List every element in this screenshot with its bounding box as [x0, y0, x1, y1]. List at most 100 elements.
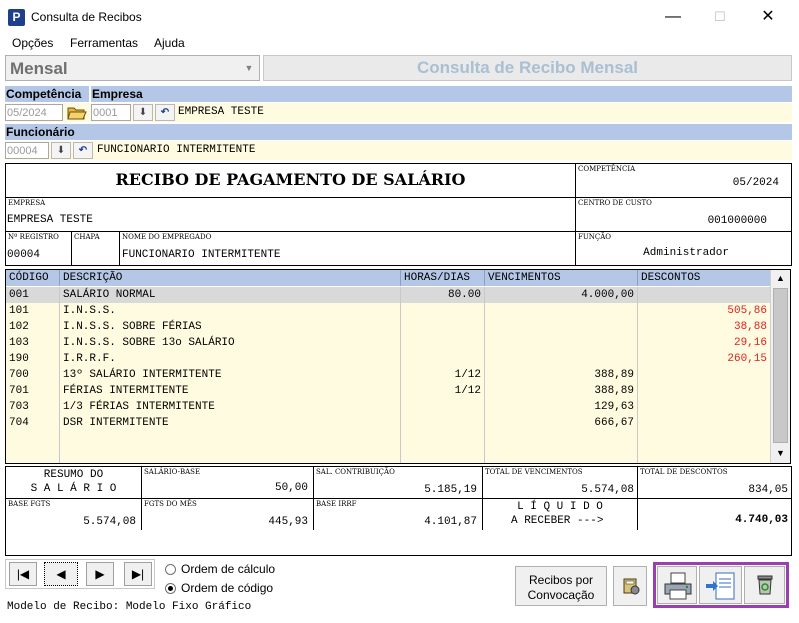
- cell-codigo: 103: [6, 335, 60, 351]
- title-bar: P Consulta de Recibos — ☐ ✕: [0, 0, 799, 34]
- table-row[interactable]: 704 DSR INTERMITENTE 666,67: [6, 415, 770, 431]
- base-fgts-caption: BASE FGTS: [8, 500, 51, 508]
- prev-record-icon[interactable]: ◀: [44, 562, 78, 586]
- chevron-down-icon[interactable]: ▼: [241, 58, 257, 78]
- vertical-scrollbar[interactable]: ▲ ▼: [770, 270, 790, 463]
- cell-descricao: SALÁRIO NORMAL: [60, 287, 401, 303]
- cell-horas: [401, 447, 485, 463]
- mode-select[interactable]: Mensal ▼: [5, 55, 260, 81]
- menu-bar: Opções Ferramentas Ajuda: [0, 34, 799, 54]
- cell-descontos: [638, 447, 770, 463]
- base-fgts-cell: BASE FGTS 5.574,08: [5, 498, 142, 531]
- nome-value: FUNCIONARIO INTERMITENTE: [122, 249, 281, 261]
- maximize-button[interactable]: ☐: [697, 0, 743, 34]
- scrollbar-thumb[interactable]: [773, 288, 788, 443]
- cell-descricao: [60, 431, 401, 447]
- cell-horas: [401, 431, 485, 447]
- cell-descontos: 29,16: [733, 337, 767, 349]
- cell-vencimentos: [485, 319, 638, 335]
- empresa-code-input[interactable]: 0001: [91, 104, 131, 121]
- cell-horas: [401, 399, 485, 415]
- folder-open-icon[interactable]: [66, 104, 88, 121]
- competencia-input[interactable]: 05/2024: [5, 104, 63, 121]
- cell-vencimentos: 388,89: [485, 383, 638, 399]
- minimize-button[interactable]: —: [650, 0, 696, 34]
- cell-vencimentos: [485, 351, 638, 367]
- cell-vencimentos: 129,63: [485, 399, 638, 415]
- funcionario-code-input[interactable]: 00004: [5, 142, 49, 159]
- competencia-value: 05/2024: [732, 177, 779, 189]
- table-row[interactable]: 703 1/3 FÉRIAS INTERMITENTE 129,63: [6, 399, 770, 415]
- centro-custo-value: 001000000: [707, 215, 767, 227]
- cell-codigo: 701: [6, 383, 60, 399]
- printer-icon[interactable]: [657, 566, 697, 604]
- cell-vencimentos: 388,89: [485, 367, 638, 383]
- close-button[interactable]: ✕: [745, 0, 791, 34]
- cell-descontos: [638, 399, 770, 415]
- total-desc-cell: TOTAL DE DESCONTOS 834,05: [637, 466, 792, 499]
- table-row[interactable]: 102 I.N.S.S. SOBRE FÉRIAS 38,88: [6, 319, 770, 335]
- screen-title: Consulta de Recibo Mensal: [263, 55, 792, 81]
- recycle-bin-icon[interactable]: [744, 566, 785, 604]
- cell-descontos: [638, 367, 770, 383]
- competencia-caption: COMPETÊNCIA: [578, 165, 636, 173]
- col-descontos[interactable]: DESCONTOS: [638, 270, 770, 286]
- col-descricao[interactable]: DESCRIÇÃO: [60, 270, 401, 286]
- cell-codigo: 190: [6, 351, 60, 367]
- cell-descricao: I.N.S.S. SOBRE FÉRIAS: [60, 319, 401, 335]
- order-calc-label[interactable]: Ordem de cálculo: [181, 562, 275, 576]
- download-arrow-icon[interactable]: ⬇: [133, 104, 153, 121]
- order-calc-radio[interactable]: [165, 564, 176, 575]
- cell-codigo: 102: [6, 319, 60, 335]
- funcao-value: Administrador: [643, 247, 729, 259]
- payslip-grid[interactable]: CÓDIGO DESCRIÇÃO HORAS/DIAS VENCIMENTOS …: [5, 269, 791, 464]
- funcao-caption: FUNÇÃO: [578, 233, 612, 241]
- col-horas[interactable]: HORAS/DIAS: [401, 270, 485, 286]
- cell-descricao: [60, 447, 401, 463]
- total-venc-cell: TOTAL DE VENCIMENTOS 5.574,08: [482, 466, 638, 499]
- table-row[interactable]: 103 I.N.S.S. SOBRE 13o SALÁRIO 29,16: [6, 335, 770, 351]
- undo-arrow-icon[interactable]: ↶: [155, 104, 175, 121]
- undo-arrow-icon[interactable]: ↶: [73, 142, 93, 159]
- cell-codigo: 001: [6, 287, 60, 303]
- empresa-cell: EMPRESA EMPRESA TESTE: [5, 197, 576, 232]
- scroll-down-icon[interactable]: ▼: [771, 445, 790, 462]
- last-record-icon[interactable]: ▶|: [124, 562, 152, 586]
- cell-descontos: [638, 287, 770, 303]
- cell-horas: [401, 319, 485, 335]
- table-row[interactable]: 101 I.N.S.S. 505,86: [6, 303, 770, 319]
- app-icon: P: [8, 9, 25, 26]
- menu-opcoes[interactable]: Opções: [12, 36, 53, 50]
- cell-descontos: [638, 431, 770, 447]
- export-document-icon[interactable]: [699, 566, 742, 604]
- order-code-label[interactable]: Ordem de código: [181, 581, 273, 595]
- chapa-caption: CHAPA: [74, 233, 100, 241]
- download-arrow-icon[interactable]: ⬇: [51, 142, 71, 159]
- table-row[interactable]: 700 13º SALÁRIO INTERMITENTE 1/12 388,89: [6, 367, 770, 383]
- table-row[interactable]: 701 FÉRIAS INTERMITENTE 1/12 388,89: [6, 383, 770, 399]
- scroll-up-icon[interactable]: ▲: [771, 270, 790, 287]
- competencia-label: Competência: [5, 86, 89, 102]
- calculator-settings-icon[interactable]: [613, 566, 647, 606]
- table-row[interactable]: [6, 431, 770, 447]
- table-row[interactable]: 190 I.R.R.F. 260,15: [6, 351, 770, 367]
- table-row[interactable]: [6, 447, 770, 463]
- col-vencimentos[interactable]: VENCIMENTOS: [485, 270, 638, 286]
- empresa-name: EMPRESA TESTE: [178, 106, 264, 118]
- next-record-icon[interactable]: ▶: [86, 562, 114, 586]
- recibos-convocacao-button[interactable]: Recibos por Convocação: [515, 566, 607, 606]
- menu-ajuda[interactable]: Ajuda: [154, 36, 185, 50]
- funcionario-label: Funcionário: [5, 124, 792, 140]
- total-desc-caption: TOTAL DE DESCONTOS: [640, 468, 728, 476]
- cell-horas: [401, 335, 485, 351]
- table-row[interactable]: 001 SALÁRIO NORMAL 80.00 4.000,00: [6, 287, 770, 303]
- first-record-icon[interactable]: |◀: [9, 562, 37, 586]
- order-code-radio[interactable]: [165, 583, 176, 594]
- cell-codigo: 704: [6, 415, 60, 431]
- liquido-line1: L Í Q U I D O: [517, 501, 603, 513]
- cell-vencimentos: 4.000,00: [485, 287, 638, 303]
- centro-custo-caption: CENTRO DE CUSTO: [578, 199, 652, 207]
- menu-ferramentas[interactable]: Ferramentas: [70, 36, 138, 50]
- col-codigo[interactable]: CÓDIGO: [6, 270, 60, 286]
- cell-horas: 80.00: [401, 287, 485, 303]
